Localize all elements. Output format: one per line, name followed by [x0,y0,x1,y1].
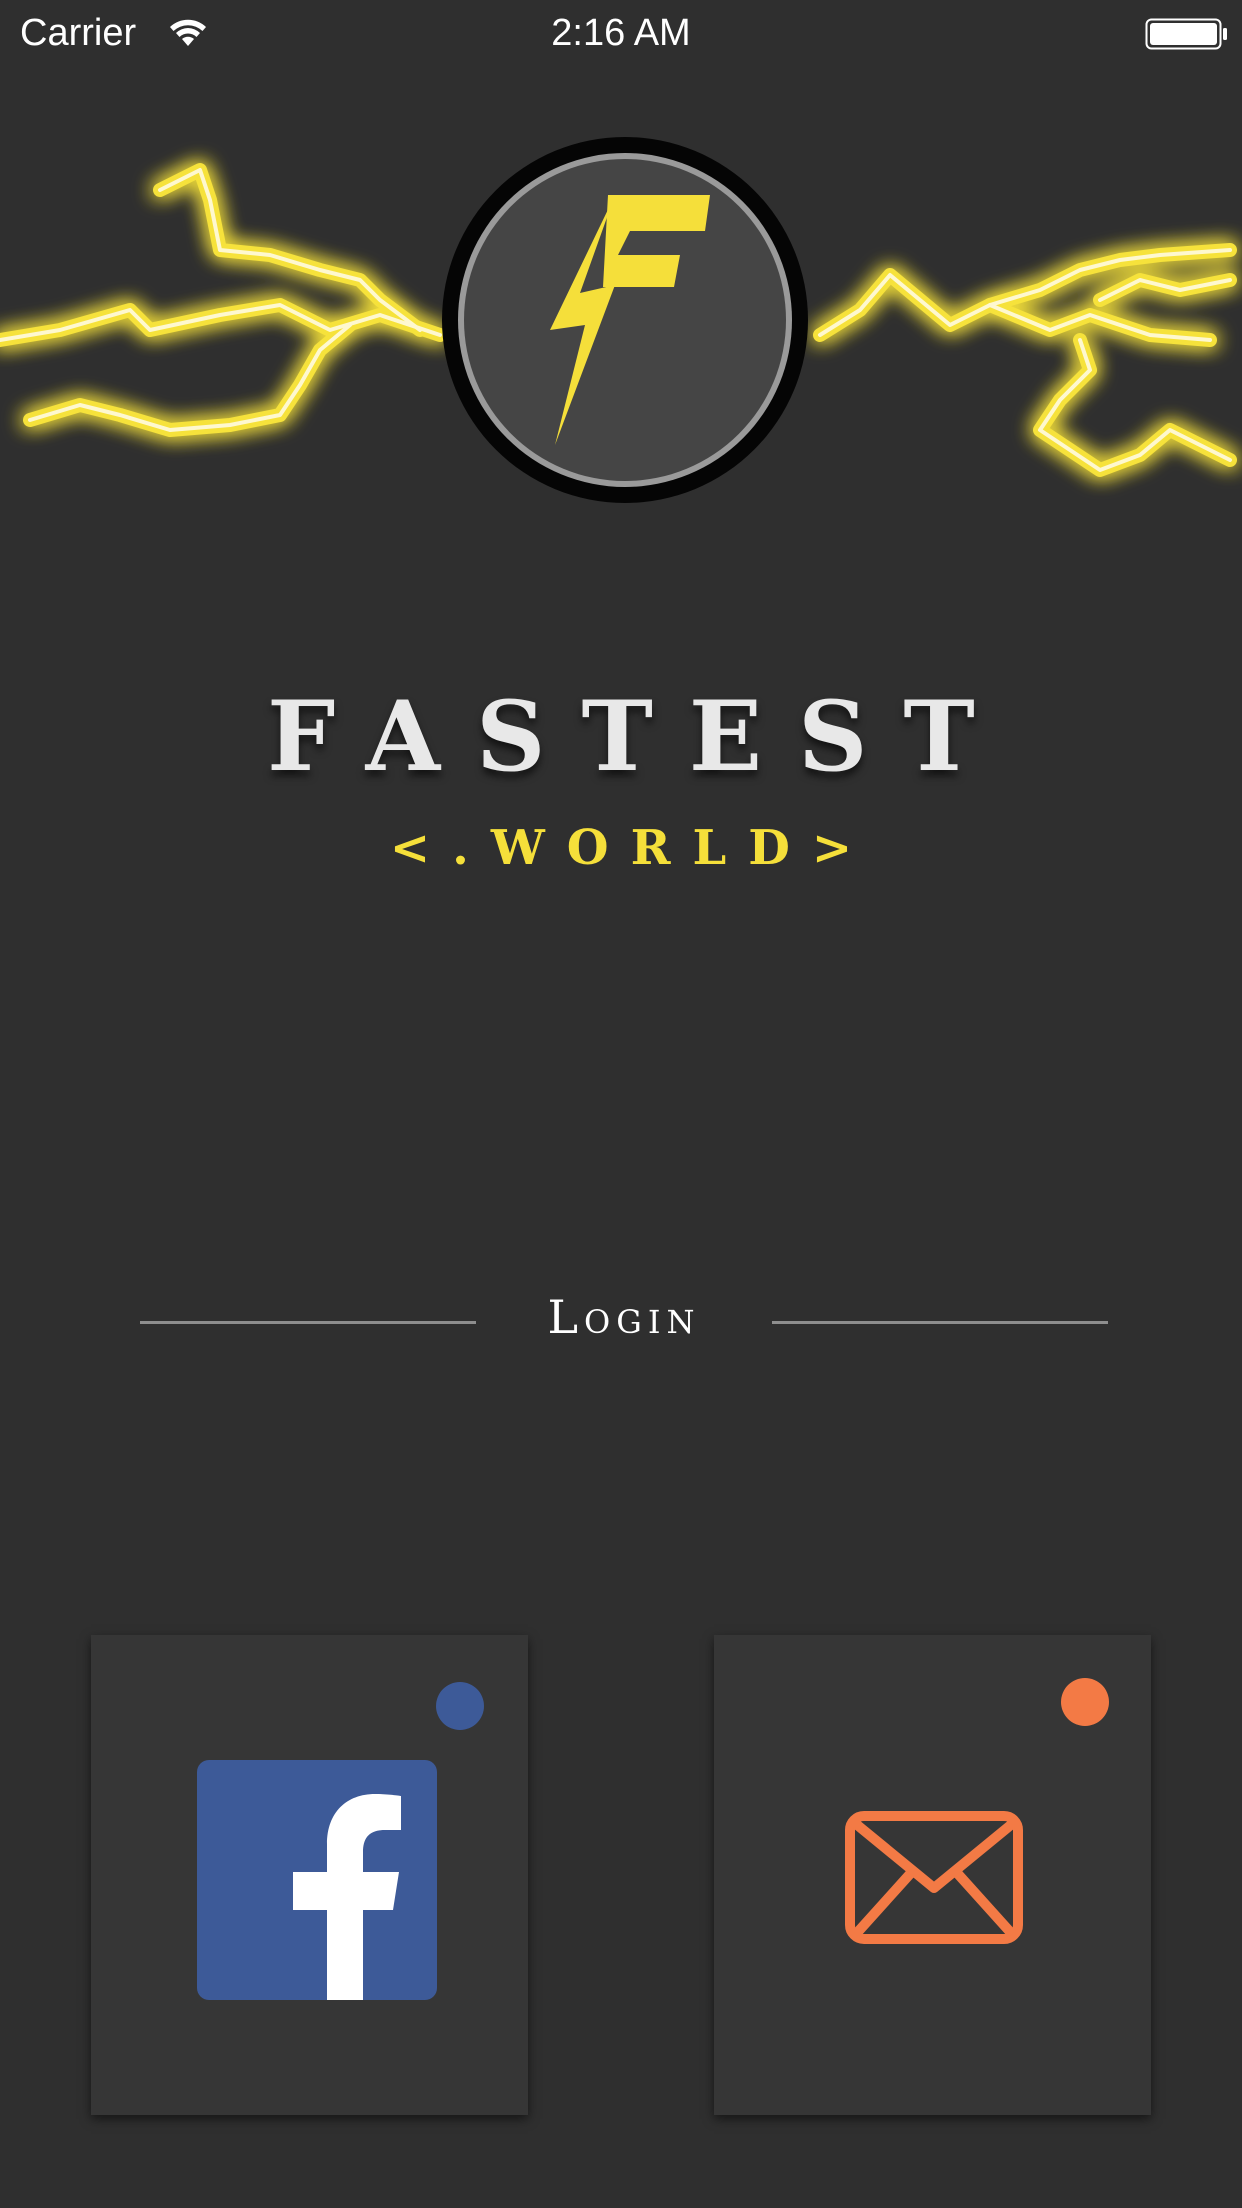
brand-subtitle: <.WORLD> [389,820,875,876]
facebook-icon [197,1760,437,2000]
status-time: 2:16 AM [551,12,691,54]
status-bar: Carrier 2:16 AM [0,0,1242,68]
status-dot [1061,1678,1109,1726]
facebook-login-button[interactable] [91,1635,528,2115]
divider-line-right [772,1321,1108,1324]
divider-line-left [140,1321,476,1324]
mail-icon [845,1811,1023,1944]
email-login-button[interactable] [714,1635,1151,2115]
brand-title: FASTEST [267,680,1011,793]
login-heading: Login [547,1290,701,1344]
battery-icon [1145,18,1227,50]
status-dot [436,1682,484,1730]
lightning-f-logo [442,137,808,503]
login-divider: Login [0,1290,1242,1356]
